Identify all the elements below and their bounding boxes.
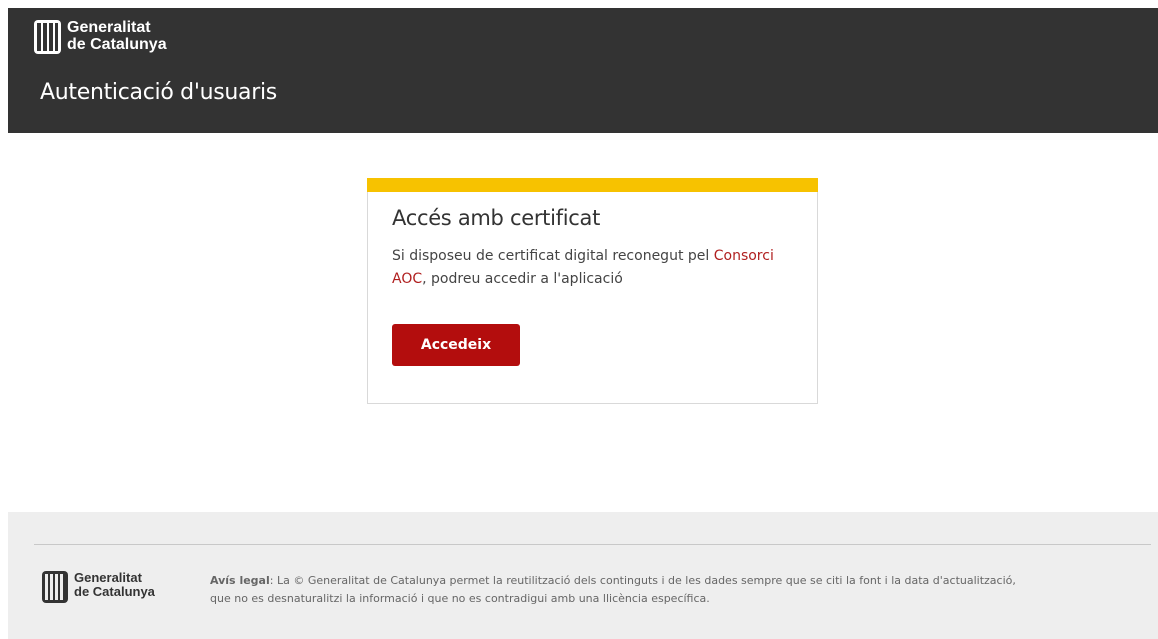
- footer-brand-text: Generalitat de Catalunya: [74, 571, 155, 599]
- page: Generalitat de Catalunya Autenticació d'…: [0, 0, 1158, 639]
- header-brand[interactable]: Generalitat de Catalunya: [34, 19, 167, 54]
- generalitat-logo-icon: [34, 20, 61, 54]
- header-brand-line2: de Catalunya: [67, 36, 167, 53]
- footer-divider: [34, 544, 1151, 545]
- header: Generalitat de Catalunya Autenticació d'…: [8, 8, 1158, 133]
- legal-label: Avís legal: [210, 574, 270, 587]
- card-text-start: Si disposeu de certificat digital recone…: [392, 248, 714, 264]
- page-title: Autenticació d'usuaris: [40, 80, 277, 105]
- page-edge: [0, 0, 8, 639]
- generalitat-footer-logo-icon: [42, 571, 68, 603]
- footer-brand[interactable]: Generalitat de Catalunya: [42, 571, 155, 603]
- footer: Generalitat de Catalunya Avís legal: La …: [8, 512, 1158, 639]
- card-description: Si disposeu de certificat digital recone…: [392, 245, 802, 291]
- legal-notice: Avís legal: La © Generalitat de Cataluny…: [210, 572, 1030, 608]
- card-text-end: , podreu accedir a l'aplicació: [422, 271, 623, 287]
- header-brand-text: Generalitat de Catalunya: [67, 19, 167, 53]
- card-title: Accés amb certificat: [392, 206, 600, 230]
- footer-brand-line2: de Catalunya: [74, 584, 155, 599]
- certificate-card: Accés amb certificat Si disposeu de cert…: [367, 178, 818, 404]
- card-accent-bar: [367, 178, 818, 192]
- footer-brand-line1: Generalitat: [74, 570, 142, 585]
- header-brand-line1: Generalitat: [67, 19, 151, 36]
- accedeix-button[interactable]: Accedeix: [392, 324, 520, 366]
- legal-text: : La © Generalitat de Catalunya permet l…: [210, 574, 1016, 605]
